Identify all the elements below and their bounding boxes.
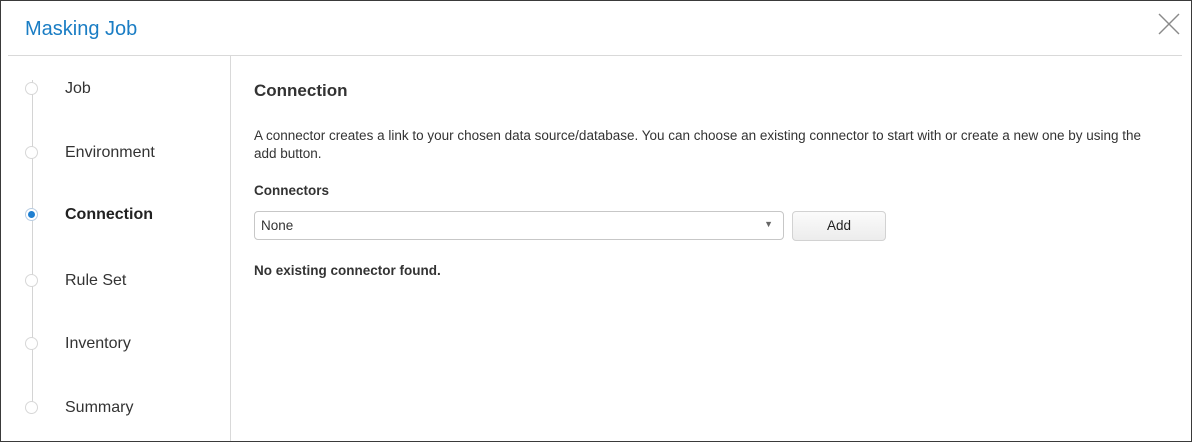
step-inventory[interactable]: Inventory [8, 328, 230, 360]
step-label: Summary [65, 399, 134, 416]
close-icon [1158, 13, 1180, 35]
dialog-header: Masking Job [8, 1, 1182, 56]
empty-state-message: No existing connector found. [254, 263, 441, 278]
step-content: Connection A connector creates a link to… [254, 56, 1171, 441]
masking-job-dialog: Masking Job Job Environment Connection R… [0, 0, 1192, 442]
step-environment[interactable]: Environment [8, 137, 230, 169]
step-indicator [25, 401, 38, 414]
wizard-steps: Job Environment Connection Rule Set Inve… [8, 56, 231, 441]
step-label: Environment [65, 144, 155, 161]
step-label: Connection [65, 206, 153, 223]
connector-select[interactable]: None ▼ [254, 211, 784, 240]
dialog-title: Masking Job [25, 18, 138, 40]
section-title: Connection [254, 81, 348, 100]
step-summary[interactable]: Summary [8, 392, 230, 424]
step-job[interactable]: Job [8, 73, 230, 105]
close-button[interactable] [1156, 11, 1182, 37]
step-indicator [25, 337, 38, 350]
step-label: Job [65, 80, 91, 97]
step-indicator [25, 82, 38, 95]
step-label: Inventory [65, 335, 131, 352]
step-indicator-active [25, 208, 38, 221]
chevron-down-icon: ▼ [764, 219, 773, 229]
step-connection[interactable]: Connection [8, 199, 230, 231]
step-indicator [25, 146, 38, 159]
step-indicator [25, 274, 38, 287]
step-rule-set[interactable]: Rule Set [8, 265, 230, 297]
step-label: Rule Set [65, 272, 127, 289]
section-description: A connector creates a link to your chose… [254, 128, 1142, 161]
connectors-label: Connectors [254, 183, 330, 198]
connector-select-value: None [261, 218, 294, 233]
add-connector-button[interactable]: Add [792, 211, 886, 241]
